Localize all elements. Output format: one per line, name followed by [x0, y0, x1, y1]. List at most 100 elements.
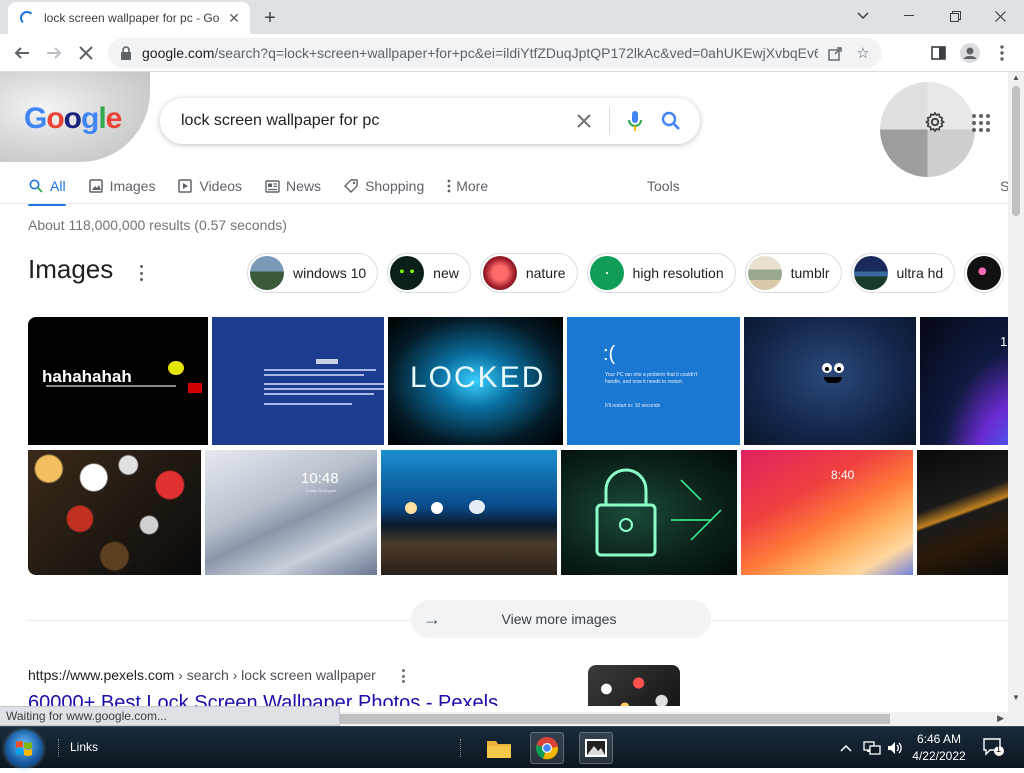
taskbar-file-explorer[interactable]: [482, 732, 516, 764]
system-clock[interactable]: 6:46 AM 4/22/2022: [903, 731, 975, 765]
scroll-up-arrow-icon[interactable]: ▲: [1012, 74, 1020, 82]
image-result-win11[interactable]: 1: [920, 317, 1008, 445]
cite-path: › search › lock screen wallpaper: [174, 667, 376, 683]
close-icon: [577, 114, 591, 128]
image-result-win11-lock[interactable]: 10:48 Friday 28 August: [205, 450, 377, 575]
image-result-bsod-win10[interactable]: :( Your PC ran into a problem that it co…: [567, 317, 740, 445]
chrome-icon: [536, 737, 559, 760]
chip-label: high resolution: [632, 265, 724, 281]
photo-icon: [585, 739, 607, 757]
search-input[interactable]: lock screen wallpaper for pc: [181, 112, 563, 130]
side-panel-button[interactable]: [924, 39, 952, 67]
new-tab-button[interactable]: +: [258, 6, 282, 30]
google-logo[interactable]: Google: [24, 102, 122, 136]
image-result-hahaha[interactable]: hahahahah: [28, 317, 208, 445]
tab-all[interactable]: All: [28, 168, 66, 206]
hscroll-thumb[interactable]: [340, 714, 890, 724]
back-button[interactable]: [8, 39, 36, 67]
safesearch-clipped-label[interactable]: S: [1000, 168, 1008, 204]
tab-all-label: All: [50, 178, 66, 194]
toolbar-grip[interactable]: [58, 739, 60, 757]
minimize-button[interactable]: [891, 4, 927, 28]
close-tab-icon[interactable]: ✕: [226, 10, 242, 26]
images-menu-button[interactable]: [138, 265, 144, 281]
image-result-digital-padlock[interactable]: [561, 450, 737, 575]
tab-search-button[interactable]: [845, 4, 881, 28]
network-icon[interactable]: [862, 739, 882, 757]
google-apps-button[interactable]: [968, 110, 994, 136]
voice-search-button[interactable]: [620, 106, 650, 136]
chip-label: windows 10: [293, 265, 367, 281]
result-thumbnail[interactable]: [588, 665, 680, 706]
tools-button[interactable]: Tools: [647, 168, 680, 204]
scrollbar-thumb[interactable]: [1012, 86, 1020, 216]
horizontal-scrollbar[interactable]: ▶: [340, 712, 1008, 726]
scroll-down-arrow-icon[interactable]: ▼: [1012, 694, 1020, 702]
search-submit-button[interactable]: [656, 106, 686, 136]
image-caption: handle, and now it needs to restart.: [605, 379, 684, 385]
image-result-macos-lock[interactable]: 8:40: [741, 450, 913, 575]
tab-videos[interactable]: Videos: [177, 168, 242, 204]
chip-ultra-hd[interactable]: ultra hd: [850, 253, 956, 293]
chrome-menu-button[interactable]: [988, 39, 1016, 67]
chip-thumbnail: [482, 256, 517, 290]
image-result-rain-bokeh[interactable]: [28, 450, 201, 575]
profile-button[interactable]: [956, 39, 984, 67]
chip-high-resolution[interactable]: high resolution: [586, 253, 736, 293]
image-result-cookie-monster[interactable]: [744, 317, 916, 445]
result-title-link[interactable]: 60000+ Best Lock Screen Wallpaper Photos…: [28, 692, 498, 706]
view-more-images-button[interactable]: → View more images: [411, 600, 711, 638]
image-result-dark-stripes[interactable]: [917, 450, 1008, 575]
settings-button[interactable]: [921, 108, 949, 136]
tab-news[interactable]: News: [264, 168, 321, 204]
chip-windows-10[interactable]: windows 10: [247, 253, 379, 293]
search-box[interactable]: lock screen wallpaper for pc: [160, 98, 700, 144]
chip-tumblr[interactable]: tumblr: [744, 253, 842, 293]
tab-shopping-label: Shopping: [365, 178, 425, 194]
forward-button[interactable]: [40, 39, 68, 67]
start-button[interactable]: [5, 730, 43, 768]
stop-loading-button[interactable]: [72, 39, 100, 67]
scroll-right-arrow-icon[interactable]: ▶: [997, 713, 1004, 724]
image-caption: It'll restart in: 10 seconds: [605, 403, 661, 409]
tab-shopping[interactable]: Shopping: [343, 168, 424, 204]
image-result-bsod-classic[interactable]: [212, 317, 384, 445]
taskbar-chrome[interactable]: [530, 732, 564, 764]
tab-images[interactable]: Images: [88, 168, 155, 204]
volume-icon[interactable]: [885, 739, 905, 757]
image-result-wood-bokeh[interactable]: [381, 450, 557, 575]
taskbar-photos[interactable]: [579, 732, 613, 764]
apps-grid-icon: [972, 114, 976, 118]
chip-label: tumblr: [790, 265, 830, 281]
vertical-scrollbar[interactable]: ▲ ▼: [1008, 72, 1024, 706]
more-vert-icon: [446, 178, 452, 194]
chip-nature[interactable]: nature: [479, 253, 578, 293]
microphone-icon: [628, 111, 642, 131]
address-bar[interactable]: google.com/search?q=lock+screen+wallpape…: [108, 38, 882, 68]
chip-new[interactable]: new: [387, 253, 471, 293]
arrow-left-icon: [14, 47, 29, 59]
chip-thumbnail: [390, 256, 425, 290]
chip-clipped[interactable]: [964, 253, 1005, 293]
restore-button[interactable]: [937, 4, 973, 28]
view-more-label: View more images: [501, 611, 617, 627]
result-menu-button[interactable]: [400, 669, 406, 683]
folder-icon: [487, 741, 511, 758]
tab-news-label: News: [286, 178, 322, 194]
result-stats: About 118,000,000 results (0.57 seconds): [28, 217, 287, 233]
show-hidden-icons-button[interactable]: [838, 739, 854, 757]
more-vert-icon: [1000, 45, 1004, 61]
close-window-button[interactable]: [982, 4, 1018, 28]
tab-more[interactable]: More: [446, 168, 488, 204]
image-result-locked[interactable]: LOCKED: [388, 317, 563, 445]
toolbar-grip[interactable]: [460, 739, 462, 757]
browser-tab[interactable]: lock screen wallpaper for pc - Go ✕: [8, 2, 250, 34]
links-toolbar[interactable]: Links: [70, 740, 98, 754]
share-icon[interactable]: [824, 42, 846, 64]
notification-count: 1: [996, 744, 1002, 754]
bookmark-star-icon[interactable]: ☆: [852, 42, 874, 64]
result-cite[interactable]: https://www.pexels.com › search › lock s…: [28, 667, 376, 683]
action-center-button[interactable]: 1: [982, 737, 1004, 757]
clear-search-button[interactable]: [569, 106, 599, 136]
image-caption: Your PC ran into a problem that it could…: [605, 372, 698, 378]
